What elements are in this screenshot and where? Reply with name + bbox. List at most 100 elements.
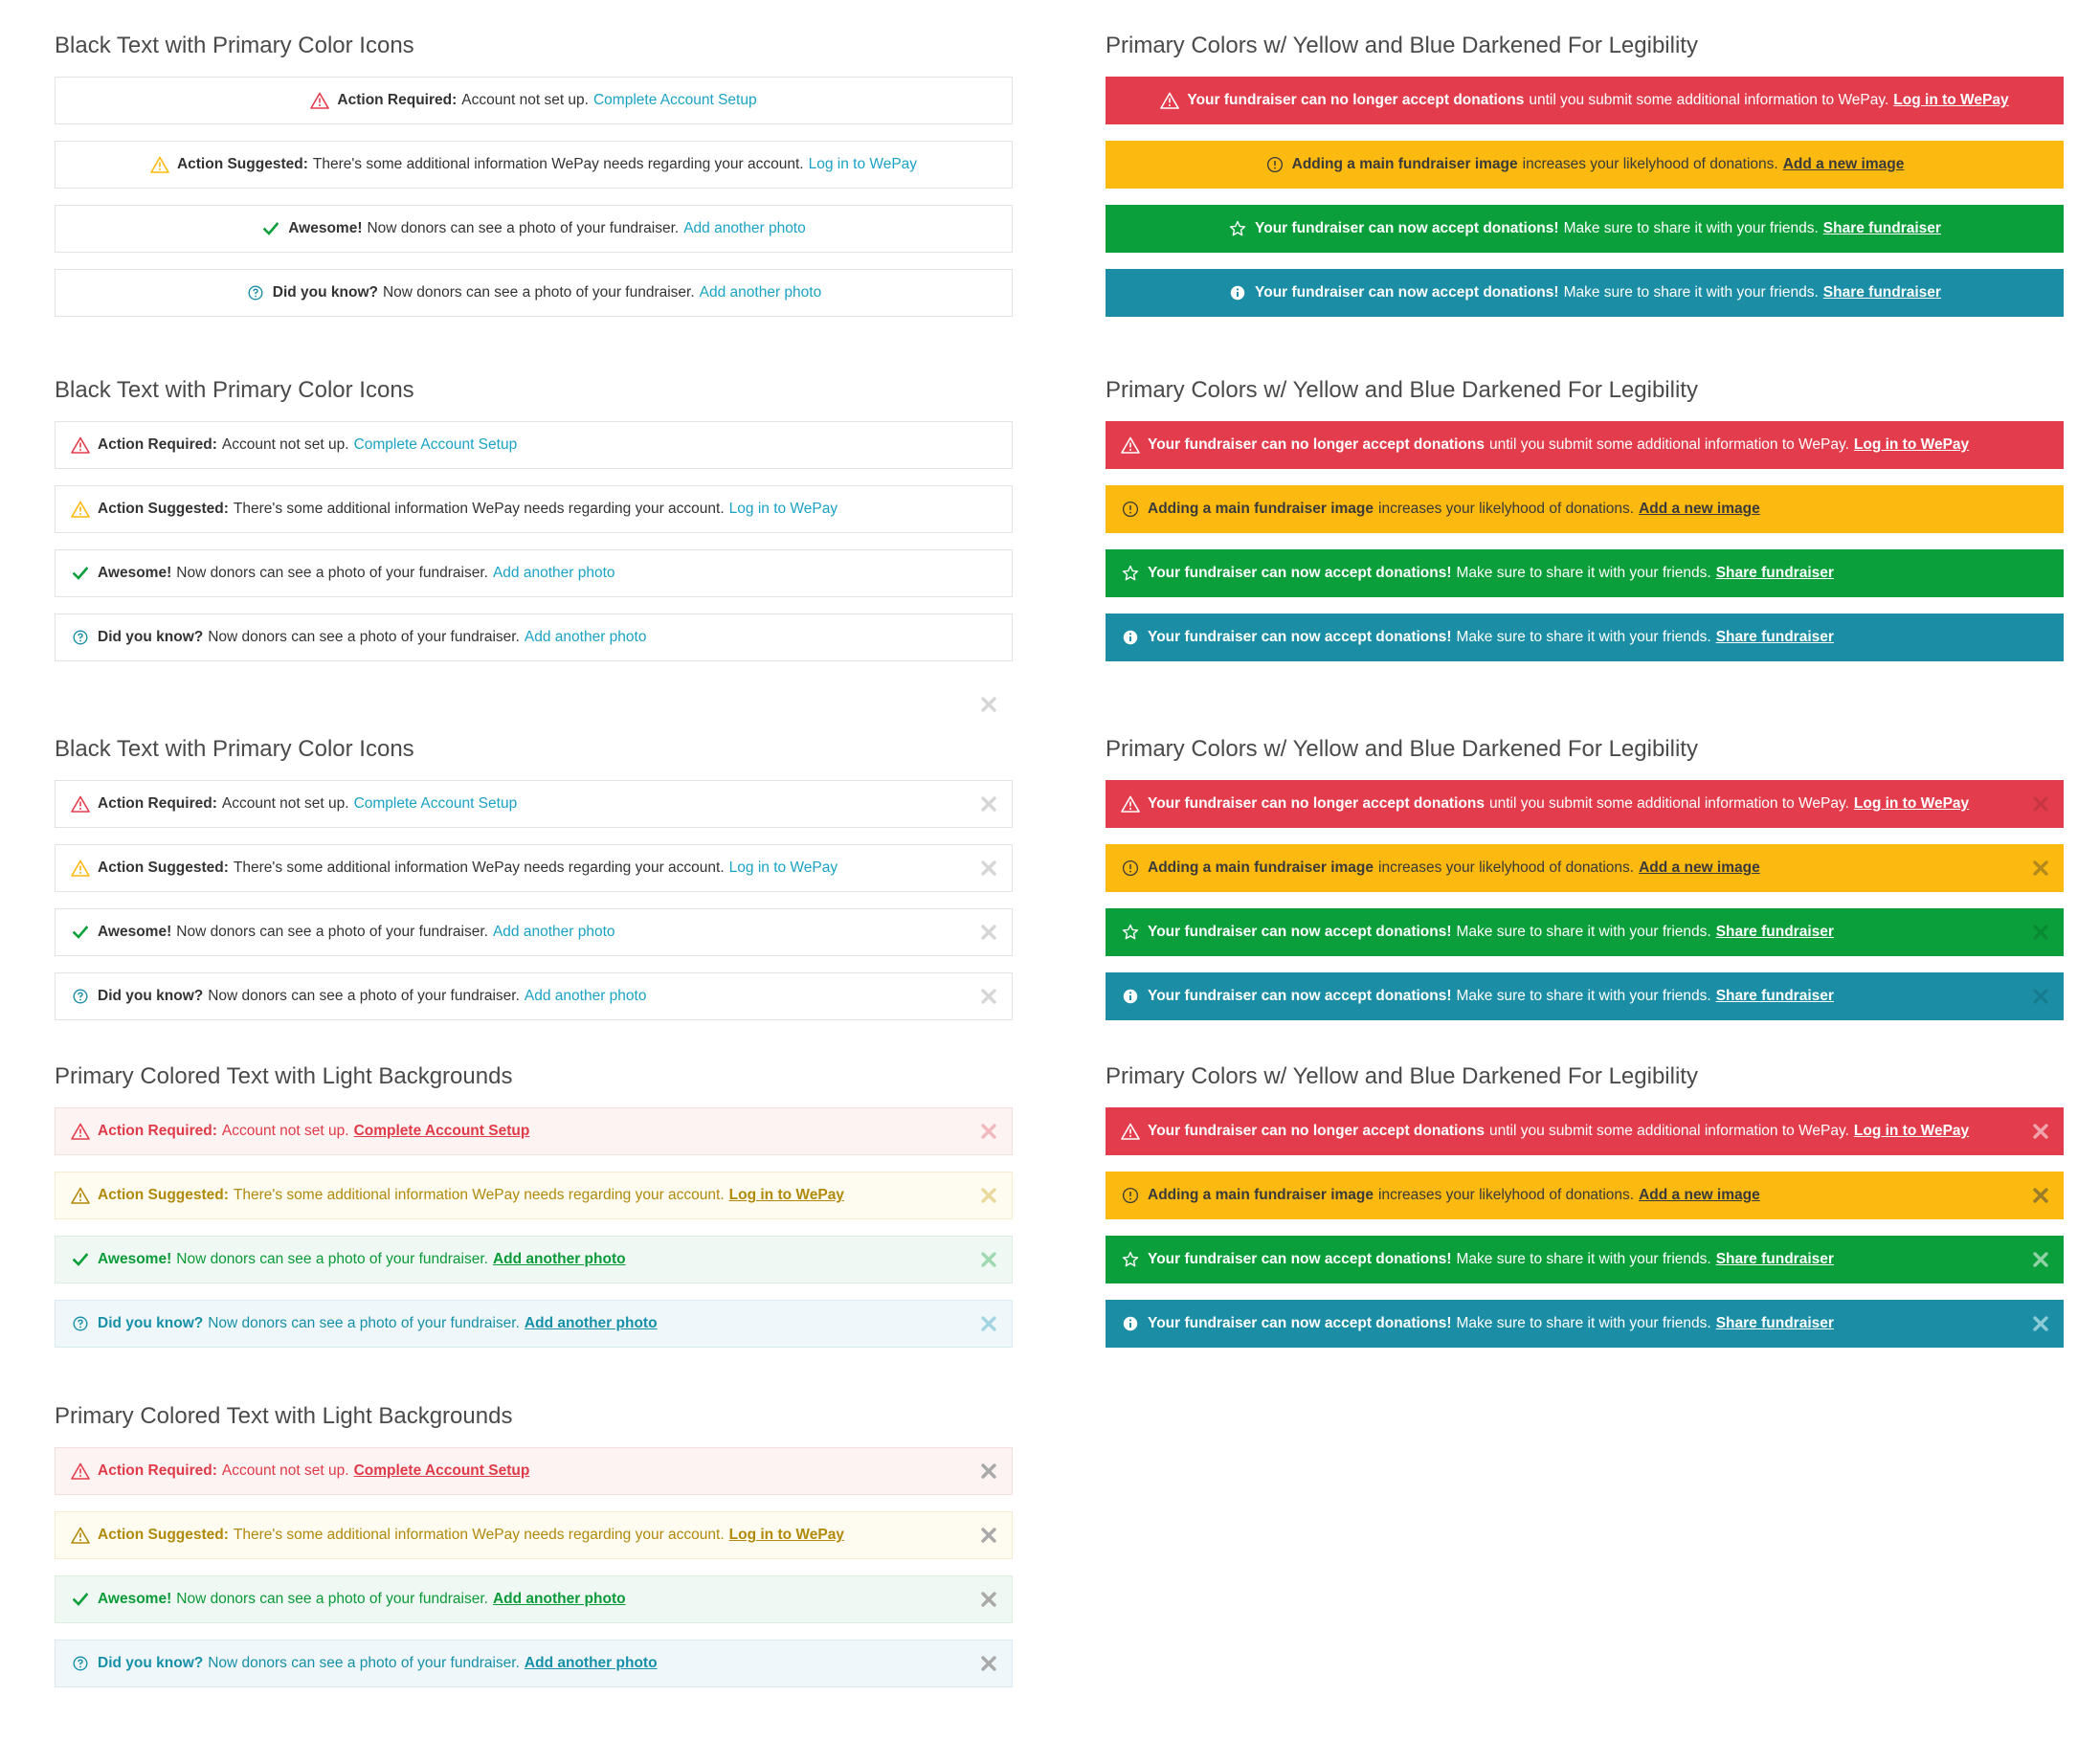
close-icon[interactable] <box>2031 923 2050 942</box>
close-icon[interactable] <box>979 1250 998 1269</box>
alert-message: Now donors can see a photo of your fundr… <box>208 629 520 645</box>
close-icon[interactable] <box>2031 1250 2050 1269</box>
question-circle-icon <box>246 283 265 302</box>
close-icon[interactable] <box>979 1314 998 1333</box>
alert-label: Did you know? <box>98 988 204 1004</box>
alert-action-suggested: Action Suggested: There's some additiona… <box>55 141 1013 189</box>
complete-account-setup-link[interactable]: Complete Account Setup <box>593 92 757 109</box>
alert-message: increases your likelyhood of donations. <box>1378 1187 1635 1203</box>
complete-account-setup-link[interactable]: Complete Account Setup <box>354 795 518 813</box>
alert-accept-donations: Your fundraiser can now accept donations… <box>1106 269 2064 317</box>
warning-triangle-icon <box>71 500 90 519</box>
close-icon[interactable] <box>979 695 998 714</box>
alert-message: Make sure to share it with your friends. <box>1563 220 1819 236</box>
close-icon[interactable] <box>2031 1122 2050 1141</box>
complete-account-setup-link[interactable]: Complete Account Setup <box>354 436 518 454</box>
close-icon[interactable] <box>979 1462 998 1481</box>
alert-label: Your fundraiser can now accept donations… <box>1148 1251 1452 1267</box>
alert-action-suggested: Action Suggested: There's some additiona… <box>55 485 1013 533</box>
log-in-to-wepay-link[interactable]: Log in to WePay <box>729 501 838 518</box>
alert-message: Now donors can see a photo of your fundr… <box>382 284 695 301</box>
close-icon[interactable] <box>2031 1314 2050 1333</box>
share-fundraiser-link[interactable]: Share fundraiser <box>1716 629 1834 646</box>
log-in-to-wepay-link[interactable]: Log in to WePay <box>1893 92 2008 109</box>
add-another-photo-link[interactable]: Add another photo <box>493 924 615 941</box>
log-in-to-wepay-link[interactable]: Log in to WePay <box>1854 795 1969 813</box>
info-solid-circle-icon <box>1121 1314 1140 1333</box>
alert-action-suggested: Action Suggested: There's some additiona… <box>55 1172 1013 1219</box>
close-icon[interactable] <box>979 1526 998 1545</box>
close-icon[interactable] <box>979 859 998 878</box>
log-in-to-wepay-link[interactable]: Log in to WePay <box>1854 436 1969 454</box>
alert-action-required: Action Required: Account not set up. Com… <box>55 1107 1013 1155</box>
alert-label: Adding a main fundraiser image <box>1291 156 1518 172</box>
add-a-new-image-link[interactable]: Add a new image <box>1639 859 1760 877</box>
add-another-photo-link[interactable]: Add another photo <box>700 284 822 301</box>
share-fundraiser-link[interactable]: Share fundraiser <box>1716 1315 1834 1332</box>
add-another-photo-link[interactable]: Add another photo <box>493 1591 626 1608</box>
alert-accept-donations: Your fundraiser can now accept donations… <box>1106 614 2064 661</box>
share-fundraiser-link[interactable]: Share fundraiser <box>1716 565 1834 582</box>
alert-message: increases your likelyhood of donations. <box>1522 156 1778 172</box>
share-fundraiser-link[interactable]: Share fundraiser <box>1716 1251 1834 1268</box>
close-icon[interactable] <box>979 987 998 1006</box>
log-in-to-wepay-link[interactable]: Log in to WePay <box>729 1527 844 1544</box>
alert-message: Now donors can see a photo of your fundr… <box>208 988 520 1004</box>
checkmark-icon <box>71 1250 90 1269</box>
info-outline-circle-icon <box>1121 500 1140 519</box>
alert-did-you-know: Did you know? Now donors can see a photo… <box>55 614 1013 661</box>
alert-message: Account not set up. <box>221 1123 349 1139</box>
question-circle-icon <box>71 1654 90 1673</box>
share-fundraiser-link[interactable]: Share fundraiser <box>1716 988 1834 1005</box>
close-icon[interactable] <box>2031 859 2050 878</box>
checkmark-icon <box>71 564 90 583</box>
share-fundraiser-link[interactable]: Share fundraiser <box>1823 284 1941 301</box>
warning-triangle-icon <box>310 91 330 110</box>
star-outline-icon <box>1121 564 1140 583</box>
share-fundraiser-link[interactable]: Share fundraiser <box>1716 924 1834 941</box>
section-title: Black Text with Primary Color Icons <box>55 377 414 403</box>
log-in-to-wepay-link[interactable]: Log in to WePay <box>729 859 838 877</box>
add-another-photo-link[interactable]: Add another photo <box>525 988 647 1005</box>
close-icon[interactable] <box>2031 987 2050 1006</box>
alert-label: Action Required: <box>98 436 217 453</box>
add-another-photo-link[interactable]: Add another photo <box>493 1251 626 1268</box>
alert-label: Awesome! <box>98 1251 172 1267</box>
add-another-photo-link[interactable]: Add another photo <box>525 629 647 646</box>
add-a-new-image-link[interactable]: Add a new image <box>1639 1187 1760 1204</box>
close-icon[interactable] <box>2031 1186 2050 1205</box>
add-a-new-image-link[interactable]: Add a new image <box>1783 156 1905 173</box>
add-another-photo-link[interactable]: Add another photo <box>525 1315 658 1332</box>
log-in-to-wepay-link[interactable]: Log in to WePay <box>809 156 917 173</box>
add-a-new-image-link[interactable]: Add a new image <box>1639 501 1760 518</box>
close-icon[interactable] <box>979 1186 998 1205</box>
share-fundraiser-link[interactable]: Share fundraiser <box>1823 220 1941 237</box>
close-icon[interactable] <box>979 1122 998 1141</box>
alert-message: until you submit some additional informa… <box>1488 1123 1849 1139</box>
close-icon[interactable] <box>979 923 998 942</box>
alert-message: Account not set up. <box>221 795 349 812</box>
close-icon[interactable] <box>2031 794 2050 814</box>
alert-awesome: Awesome! Now donors can see a photo of y… <box>55 549 1013 597</box>
add-another-photo-link[interactable]: Add another photo <box>683 220 806 237</box>
alert-message: Now donors can see a photo of your fundr… <box>367 220 680 236</box>
add-another-photo-link[interactable]: Add another photo <box>493 565 615 582</box>
close-icon[interactable] <box>979 1654 998 1673</box>
complete-account-setup-link[interactable]: Complete Account Setup <box>354 1123 530 1140</box>
alert-label: Your fundraiser can now accept donations… <box>1148 924 1452 940</box>
warning-triangle-icon <box>1121 794 1140 814</box>
warning-triangle-icon <box>1160 91 1180 110</box>
log-in-to-wepay-link[interactable]: Log in to WePay <box>1854 1123 1969 1140</box>
log-in-to-wepay-link[interactable]: Log in to WePay <box>729 1187 844 1204</box>
add-another-photo-link[interactable]: Add another photo <box>525 1655 658 1672</box>
star-outline-icon <box>1121 1250 1140 1269</box>
alert-add-image: Adding a main fundraiser image increases… <box>1106 844 2064 892</box>
question-circle-icon <box>71 1314 90 1333</box>
close-icon[interactable] <box>979 794 998 814</box>
alert-label: Awesome! <box>288 220 363 236</box>
warning-triangle-icon <box>1121 1122 1140 1141</box>
section-title: Primary Colors w/ Yellow and Blue Darken… <box>1106 33 1698 58</box>
complete-account-setup-link[interactable]: Complete Account Setup <box>354 1462 530 1480</box>
alert-label: Action Required: <box>337 92 458 108</box>
close-icon[interactable] <box>979 1590 998 1609</box>
